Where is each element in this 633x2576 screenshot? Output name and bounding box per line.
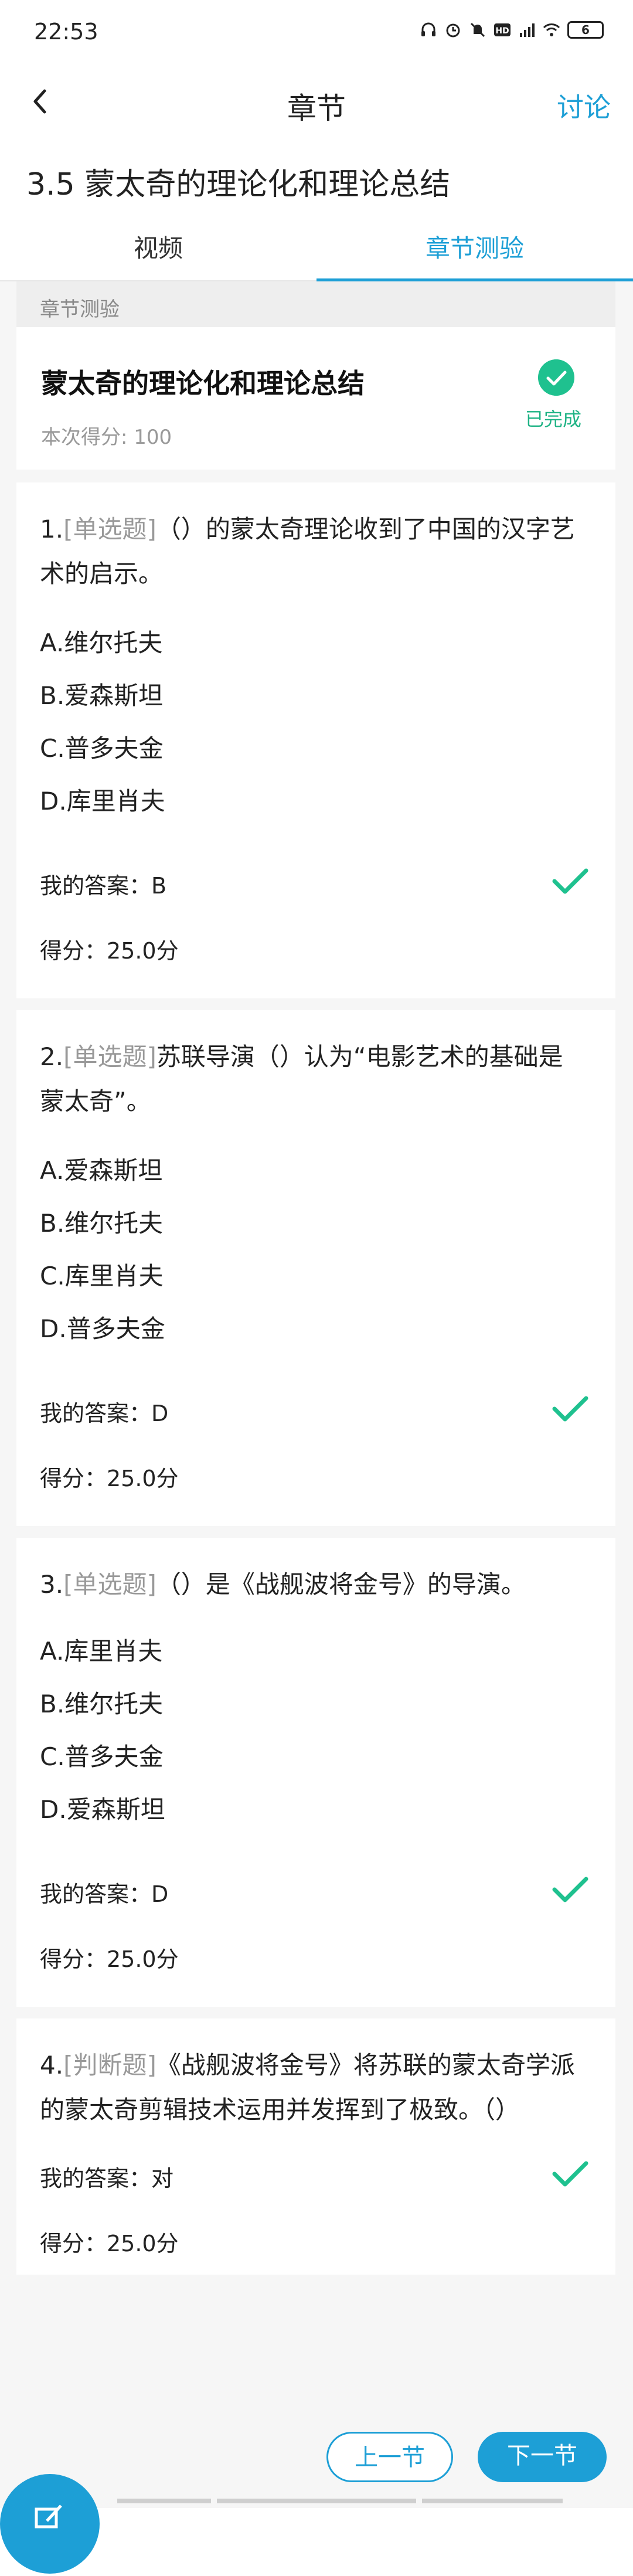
summary-score: 本次得分: 100	[41, 426, 172, 449]
quiz-content: 章节测验 蒙太奇的理论化和理论总结 本次得分: 100 已完成 1.[单选题]（…	[0, 281, 633, 2294]
nav-title: 章节	[287, 91, 346, 125]
wifi-icon	[543, 23, 560, 36]
correct-check-icon	[552, 1396, 588, 1422]
question-text: 2.[单选题]苏联导演（）认为“电影艺术的基础是蒙太奇”。	[40, 1035, 580, 1124]
option-b[interactable]: B.维尔托夫	[40, 1684, 163, 1720]
prev-section-button[interactable]: 上一节	[326, 2432, 453, 2482]
question-type: [判断题]	[63, 2051, 156, 2079]
question-text: 4.[判断题]《战舰波将金号》将苏联的蒙太奇学派的蒙太奇剪辑技术运用并发挥到了极…	[40, 2043, 580, 2132]
question-number: 2.	[40, 1042, 64, 1071]
discuss-button[interactable]: 讨论	[557, 86, 611, 125]
question-card: 2.[单选题]苏联导演（）认为“电影艺术的基础是蒙太奇”。 A.爱森斯坦 B.维…	[16, 1010, 615, 1526]
question-type: [单选题]	[63, 515, 156, 543]
option-a[interactable]: A.爱森斯坦	[40, 1151, 162, 1187]
status-bar: 22:53 HD 6	[0, 0, 633, 67]
option-d[interactable]: D.爱森斯坦	[40, 1790, 165, 1826]
option-d[interactable]: D.库里肖夫	[40, 781, 165, 817]
my-answer: 我的答案：对	[40, 2166, 174, 2191]
option-c[interactable]: C.普多夫金	[40, 1737, 164, 1773]
option-c[interactable]: C.库里肖夫	[40, 1256, 164, 1292]
question-card: 1.[单选题]（）的蒙太奇理论收到了中国的汉字艺术的启示。 A.维尔托夫 B.爱…	[16, 482, 615, 998]
note-fab-button[interactable]	[0, 2474, 100, 2574]
correct-check-icon	[552, 1877, 588, 1902]
question-score: 得分：25.0分	[40, 1466, 179, 1491]
mute-icon	[470, 22, 485, 38]
question-number: 3.	[40, 1570, 64, 1599]
question-card: 3.[单选题]（）是《战舰波将金号》的导演。 A.库里肖夫 B.维尔托夫 C.普…	[16, 1538, 615, 2007]
option-b[interactable]: B.爱森斯坦	[40, 676, 163, 712]
my-answer: 我的答案：D	[40, 1401, 169, 1426]
question-type: [单选题]	[63, 1042, 156, 1071]
correct-check-icon	[552, 868, 588, 894]
summary-card: 蒙太奇的理论化和理论总结 本次得分: 100 已完成	[16, 327, 615, 470]
my-answer: 我的答案：B	[40, 873, 167, 899]
section-label-text: 章节测验	[40, 298, 120, 321]
tab-bar: 视频 章节测验	[0, 217, 633, 281]
option-c[interactable]: C.普多夫金	[40, 729, 164, 764]
summary-title: 蒙太奇的理论化和理论总结	[41, 368, 365, 399]
option-a[interactable]: A.维尔托夫	[40, 623, 162, 659]
tab-chapter-quiz[interactable]: 章节测验	[316, 229, 633, 264]
svg-text:HD: HD	[495, 26, 509, 36]
question-stem: （）是《战舰波将金号》的导演。	[156, 1570, 526, 1599]
question-score: 得分：25.0分	[40, 2231, 179, 2256]
nav-bar: 章节 讨论	[0, 67, 633, 135]
battery-icon: 6	[567, 21, 604, 39]
question-number: 4.	[40, 2051, 64, 2079]
my-answer: 我的答案：D	[40, 1881, 169, 1907]
signal-icon	[520, 23, 535, 37]
question-number: 1.	[40, 515, 64, 543]
option-d[interactable]: D.普多夫金	[40, 1309, 165, 1345]
question-text: 1.[单选题]（）的蒙太奇理论收到了中国的汉字艺术的启示。	[40, 507, 580, 596]
option-a[interactable]: A.库里肖夫	[40, 1632, 162, 1667]
tab-video[interactable]: 视频	[0, 229, 316, 264]
next-section-button[interactable]: 下一节	[478, 2432, 607, 2482]
correct-check-icon	[552, 2161, 588, 2187]
completed-status: 已完成	[525, 408, 582, 430]
option-b[interactable]: B.维尔托夫	[40, 1204, 163, 1239]
chapter-heading: 3.5 蒙太奇的理论化和理论总结	[26, 167, 451, 202]
nav-indicator-2	[217, 2499, 416, 2503]
alarm-icon	[446, 23, 460, 38]
question-card: 4.[判断题]《战舰波将金号》将苏联的蒙太奇学派的蒙太奇剪辑技术运用并发挥到了极…	[16, 2018, 615, 2294]
section-label: 章节测验	[16, 281, 615, 327]
status-icons: HD 6	[420, 21, 604, 39]
question-score: 得分：25.0分	[40, 1946, 179, 1972]
hd-icon: HD	[494, 23, 511, 36]
nav-indicator-1	[117, 2499, 211, 2503]
status-time: 22:53	[34, 19, 98, 45]
headphones-icon	[421, 22, 435, 36]
question-text: 3.[单选题]（）是《战舰波将金号》的导演。	[40, 1562, 580, 1607]
question-score: 得分：25.0分	[40, 938, 179, 964]
completed-check-icon	[538, 359, 574, 396]
nav-indicator-3	[422, 2499, 563, 2503]
edit-note-icon	[35, 2504, 62, 2529]
question-type: [单选题]	[63, 1570, 156, 1599]
